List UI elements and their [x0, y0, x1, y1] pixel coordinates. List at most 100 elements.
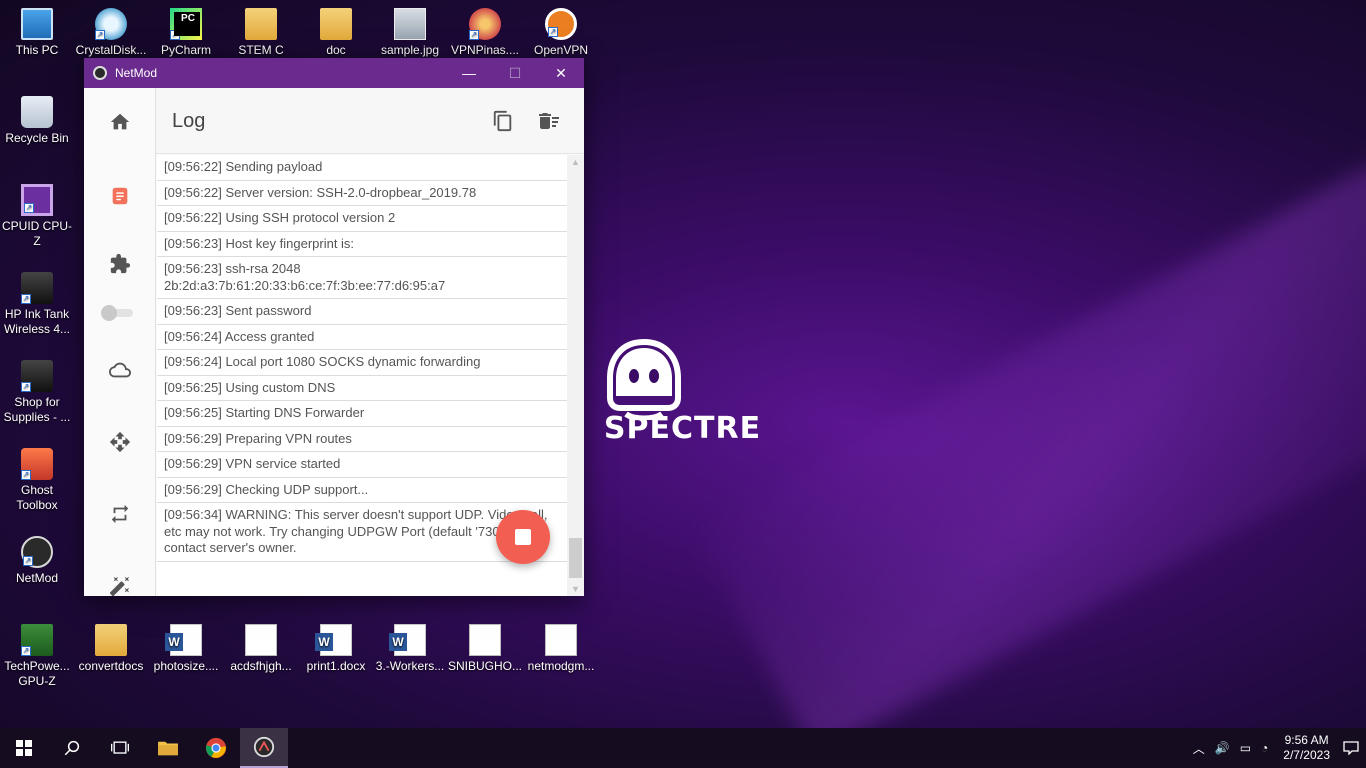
- nav-repeat[interactable]: [84, 494, 156, 534]
- desktop-icon-snibugho[interactable]: SNIBUGHO...: [448, 624, 522, 674]
- desktop-icon-vpnpinas[interactable]: ↗ VPNPinas....: [448, 8, 522, 58]
- desktop-icon-netmod[interactable]: ↗ NetMod: [0, 536, 74, 586]
- cloud-icon: [109, 362, 131, 378]
- desktop-icon-crystaldisk[interactable]: ↗ CrystalDisk...: [74, 8, 148, 58]
- scroll-up-icon[interactable]: ▲: [571, 157, 580, 167]
- desktop-icon-ghost-toolbox[interactable]: ↗ Ghost Toolbox: [0, 448, 74, 513]
- printer-icon: ↗: [21, 360, 53, 392]
- desktop-icon-cpuz[interactable]: ↗ CPUID CPU-Z: [0, 184, 74, 249]
- clock[interactable]: 9:56 AM 2/7/2023: [1283, 733, 1330, 763]
- scroll-down-icon[interactable]: ▼: [571, 584, 580, 594]
- desktop-icon-doc[interactable]: doc: [299, 8, 373, 58]
- netmod-window[interactable]: NetMod — ☐ ✕ Log [09:56:22] Sending payl…: [84, 58, 584, 597]
- log-entry: [09:56:29] VPN service started: [157, 452, 567, 478]
- word-document-icon: [315, 624, 352, 656]
- window-titlebar[interactable]: NetMod — ☐ ✕: [84, 58, 584, 88]
- zip-folder-icon: [245, 8, 277, 40]
- desktop-icon-label: 3.-Workers...: [375, 659, 445, 673]
- log-entry: [09:56:29] Checking UDP support...: [157, 478, 567, 503]
- battery-icon[interactable]: ▭: [1240, 741, 1251, 755]
- word-document-icon: [165, 624, 202, 656]
- minimize-button[interactable]: —: [446, 58, 492, 88]
- start-icon: [16, 740, 32, 756]
- netmod-icon: [253, 736, 275, 758]
- log-entry: [09:56:25] Starting DNS Forwarder: [157, 401, 567, 427]
- desktop-icon-acdsfhjgh[interactable]: acdsfhjgh...: [224, 624, 298, 674]
- chevron-up-icon[interactable]: ︿: [1193, 740, 1205, 757]
- nav-home[interactable]: [84, 102, 156, 142]
- chrome-button[interactable]: [192, 728, 240, 768]
- desktop-icon-photosize[interactable]: photosize....: [149, 624, 223, 674]
- nav-cloud[interactable]: [84, 350, 156, 390]
- log-entry: [09:56:29] Preparing VPN routes: [157, 427, 567, 452]
- magic-wand-icon: [109, 576, 130, 597]
- word-document-icon: [389, 624, 426, 656]
- desktop-icon-label: acdsfhjgh...: [230, 659, 292, 673]
- desktop-icon-print1[interactable]: print1.docx: [299, 624, 373, 674]
- desktop-icon-label: Shop for Supplies - ...: [3, 395, 71, 424]
- desktop-icon-this-pc[interactable]: This PC: [0, 8, 74, 58]
- log-entry: [09:56:22] Using SSH protocol version 2: [157, 206, 567, 232]
- chrome-icon: [205, 737, 227, 759]
- extension-toggle[interactable]: [101, 305, 135, 321]
- toggle-knob: [101, 305, 117, 321]
- log-entry: [09:56:24] Local port 1080 SOCKS dynamic…: [157, 350, 567, 376]
- nav-log[interactable]: [84, 176, 156, 216]
- vpnpinas-icon: ↗: [469, 8, 501, 40]
- desktop-icon-label: CPUID CPU-Z: [1, 219, 72, 248]
- desktop-icon-pycharm[interactable]: ↗ PyCharm: [149, 8, 223, 58]
- desktop-icon-label: TechPowe... GPU-Z: [4, 659, 70, 688]
- clear-log-button[interactable]: [536, 108, 562, 134]
- cpu-chip-icon: ↗: [21, 184, 53, 216]
- image-file-icon: [394, 8, 426, 40]
- close-button[interactable]: ✕: [538, 58, 584, 88]
- nav-move[interactable]: [84, 422, 156, 462]
- log-entry: [09:56:23] Sent password: [157, 299, 567, 325]
- task-view-button[interactable]: [96, 728, 144, 768]
- file-explorer-icon: [158, 741, 178, 756]
- file-explorer-button[interactable]: [144, 728, 192, 768]
- desktop-icon-stem-c[interactable]: STEM C: [224, 8, 298, 58]
- desktop-icon-hp-ink-tank[interactable]: ↗ HP Ink Tank Wireless 4...: [0, 272, 74, 337]
- text-file-icon: [469, 624, 501, 656]
- stop-button[interactable]: [496, 510, 550, 564]
- log-entry: [09:56:23] Host key fingerprint is:: [157, 232, 567, 257]
- maximize-button[interactable]: ☐: [492, 58, 538, 88]
- netmod-app-icon: [93, 66, 107, 80]
- zip-folder-icon: [95, 624, 127, 656]
- copy-log-button[interactable]: [490, 108, 516, 134]
- crystaldisk-icon: ↗: [95, 8, 127, 40]
- log-scrollbar[interactable]: ▲ ▼: [567, 155, 584, 596]
- desktop-icon-openvpn[interactable]: ↗ OpenVPN: [524, 8, 598, 58]
- desktop-icon-label: print1.docx: [306, 659, 366, 673]
- log-header: Log: [156, 88, 584, 154]
- log-icon: [112, 187, 128, 205]
- nav-tools[interactable]: [84, 566, 156, 606]
- desktop-icon-convertdocs[interactable]: convertdocs: [74, 624, 148, 674]
- start-button[interactable]: [0, 728, 48, 768]
- desktop-icon-label: STEM C: [238, 43, 284, 57]
- ghost-logo-icon: [607, 338, 681, 422]
- text-file-icon: [545, 624, 577, 656]
- volume-icon[interactable]: 🔊: [1215, 741, 1230, 755]
- side-navigation: [84, 88, 156, 597]
- ghost-toolbox-icon: ↗: [21, 448, 53, 480]
- notification-center-button[interactable]: [1336, 728, 1366, 768]
- desktop-icon-shop-supplies[interactable]: ↗ Shop for Supplies - ...: [0, 360, 74, 425]
- desktop-icon-label: Recycle Bin: [5, 131, 69, 145]
- search-button[interactable]: [48, 728, 96, 768]
- desktop-icon-workers[interactable]: 3.-Workers...: [373, 624, 447, 674]
- wifi-icon[interactable]: ◔: [1261, 741, 1268, 755]
- desktop-icon-sample-jpg[interactable]: sample.jpg: [373, 8, 447, 58]
- log-entry: [09:56:23] ssh-rsa 2048 2b:2d:a3:7b:61:2…: [157, 257, 567, 299]
- desktop-icon-recycle-bin[interactable]: Recycle Bin: [0, 96, 74, 146]
- desktop-icon-label: This PC: [15, 43, 59, 57]
- nav-extensions[interactable]: [84, 244, 156, 284]
- log-entry: [09:56:25] Using custom DNS: [157, 376, 567, 401]
- netmod-icon: ↗: [21, 536, 53, 568]
- scrollbar-thumb[interactable]: [569, 538, 582, 578]
- desktop-icon-gpuz[interactable]: ↗ TechPowe... GPU-Z: [0, 624, 74, 689]
- desktop-icon-netmodgm[interactable]: netmodgm...: [524, 624, 598, 674]
- netmod-taskbar-button[interactable]: [240, 728, 288, 768]
- notification-icon: [1343, 741, 1359, 755]
